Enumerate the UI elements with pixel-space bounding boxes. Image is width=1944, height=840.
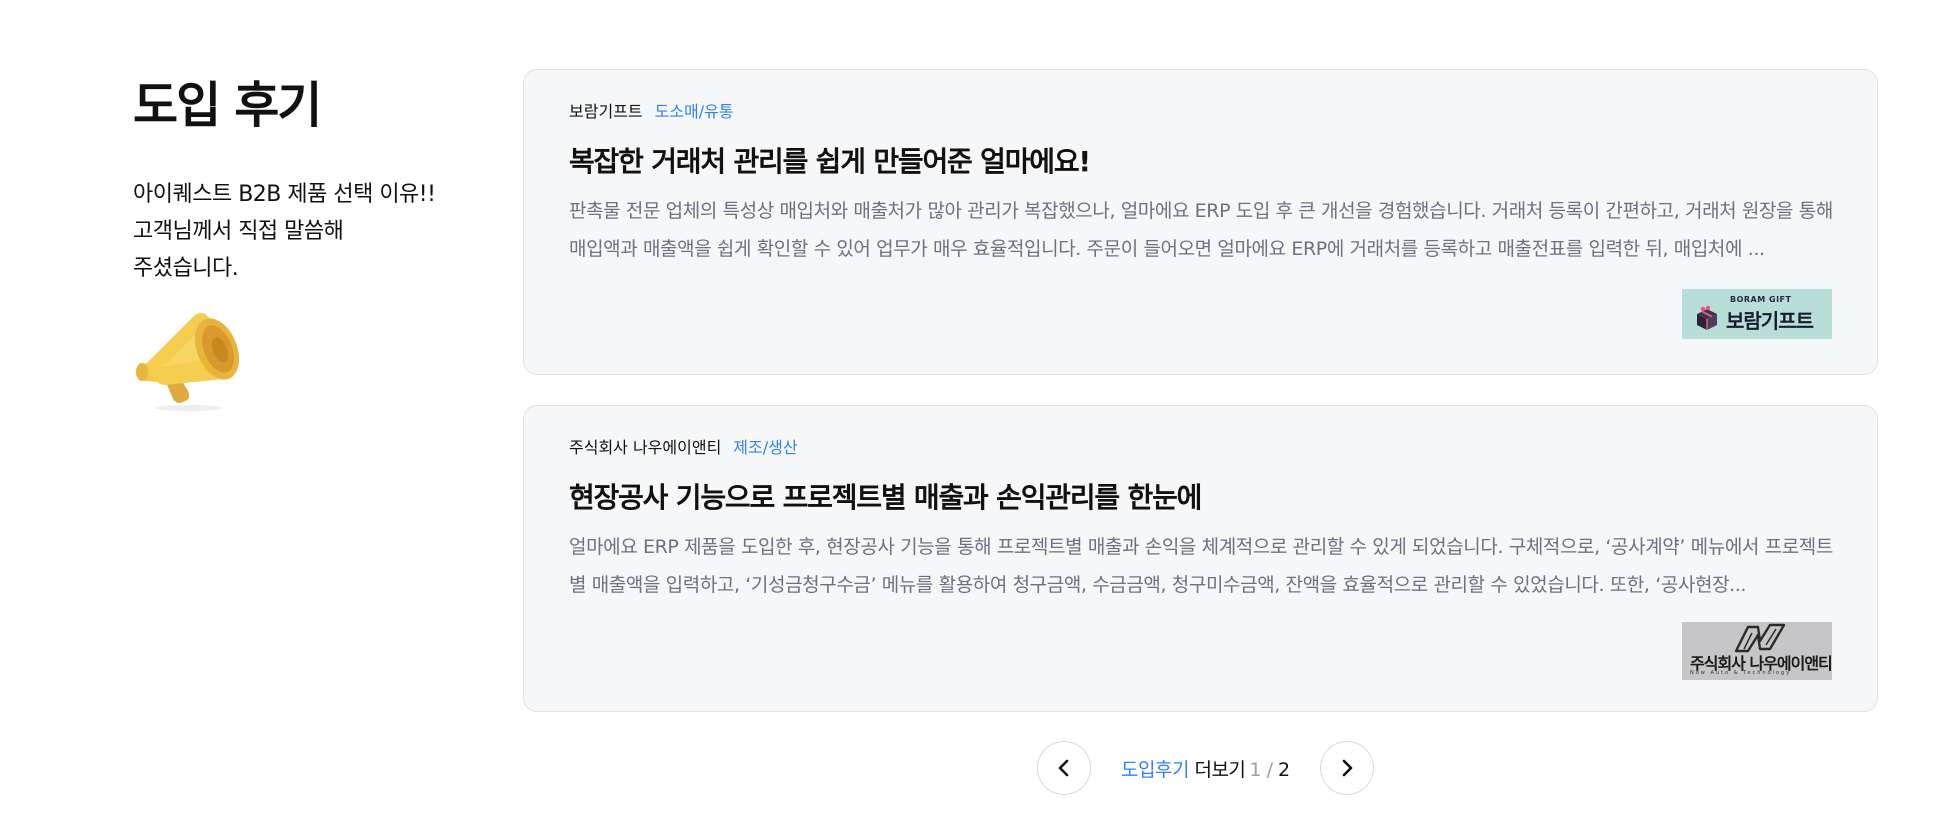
gift-box-icon bbox=[1697, 305, 1717, 330]
chevron-left-icon bbox=[1058, 759, 1069, 777]
review-title: 복잡한 거래처 관리를 쉽게 만들어준 얼마에요! bbox=[569, 145, 1091, 178]
logo-text: 보람기프트 bbox=[1726, 309, 1814, 333]
company-name: 보람기프트 bbox=[569, 102, 643, 121]
review-card[interactable]: 보람기프트 도소매/유통 복잡한 거래처 관리를 쉽게 만들어준 얼마에요! 판촉… bbox=[523, 69, 1878, 375]
category-tag: 제조/생산 bbox=[733, 438, 798, 457]
chevron-right-icon bbox=[1342, 759, 1352, 777]
intro-line: 아이퀘스트 B2B 제품 선택 이유!! bbox=[133, 182, 436, 207]
page-separator: / bbox=[1266, 758, 1273, 781]
more-reviews-link[interactable]: 도입후기 bbox=[1121, 759, 1189, 781]
intro-section: 도입 후기 아이퀘스트 B2B 제품 선택 이유!! 고객님께서 직접 말씀해 … bbox=[133, 76, 473, 417]
logo-subtext: BORAM GIFT bbox=[1730, 295, 1792, 304]
company-name: 주식회사 나우에이앤티 bbox=[569, 438, 722, 457]
review-meta: 주식회사 나우에이앤티 제조/생산 bbox=[569, 436, 798, 460]
pager-info: 도입후기 더보기 1 / 2 bbox=[1121, 755, 1290, 782]
intro-line: 주셨습니다. bbox=[133, 256, 239, 281]
logo-n-icon bbox=[1734, 623, 1786, 653]
current-page: 1 bbox=[1249, 758, 1262, 781]
review-body: 얼마에요 ERP 제품을 도입한 후, 현장공사 기능을 통해 프로젝트별 매출… bbox=[569, 536, 1833, 596]
category-tag: 도소매/유통 bbox=[654, 102, 734, 121]
intro-line: 고객님께서 직접 말씀해 bbox=[133, 219, 344, 244]
page-title: 도입 후기 bbox=[133, 77, 322, 134]
review-card[interactable]: 주식회사 나우에이앤티 제조/생산 현장공사 기능으로 프로젝트별 매출과 손익관… bbox=[523, 405, 1878, 712]
intro-text: 아이퀘스트 B2B 제품 선택 이유!! 고객님께서 직접 말씀해 주셨습니다. bbox=[133, 176, 473, 287]
megaphone-icon bbox=[136, 313, 240, 411]
more-label: 더보기 bbox=[1194, 758, 1246, 781]
pagination: 도입후기 더보기 1 / 2 bbox=[1037, 741, 1374, 795]
review-body: 판촉물 전문 업체의 특성상 매입처와 매출처가 많아 관리가 복잡했으나, 얼… bbox=[569, 200, 1833, 260]
total-pages: 2 bbox=[1278, 758, 1290, 781]
review-meta: 보람기프트 도소매/유통 bbox=[569, 100, 734, 124]
next-button[interactable] bbox=[1319, 741, 1374, 795]
company-logo: BORAM GIFT 보람기프트 bbox=[1682, 289, 1832, 339]
company-logo: 주식회사 나우에이앤티 Now Auto & Technology bbox=[1682, 622, 1832, 680]
logo-subtext: Now Auto & Technology bbox=[1690, 670, 1792, 676]
review-title: 현장공사 기능으로 프로젝트별 매출과 손익관리를 한눈에 bbox=[569, 481, 1202, 514]
prev-button[interactable] bbox=[1037, 741, 1091, 795]
